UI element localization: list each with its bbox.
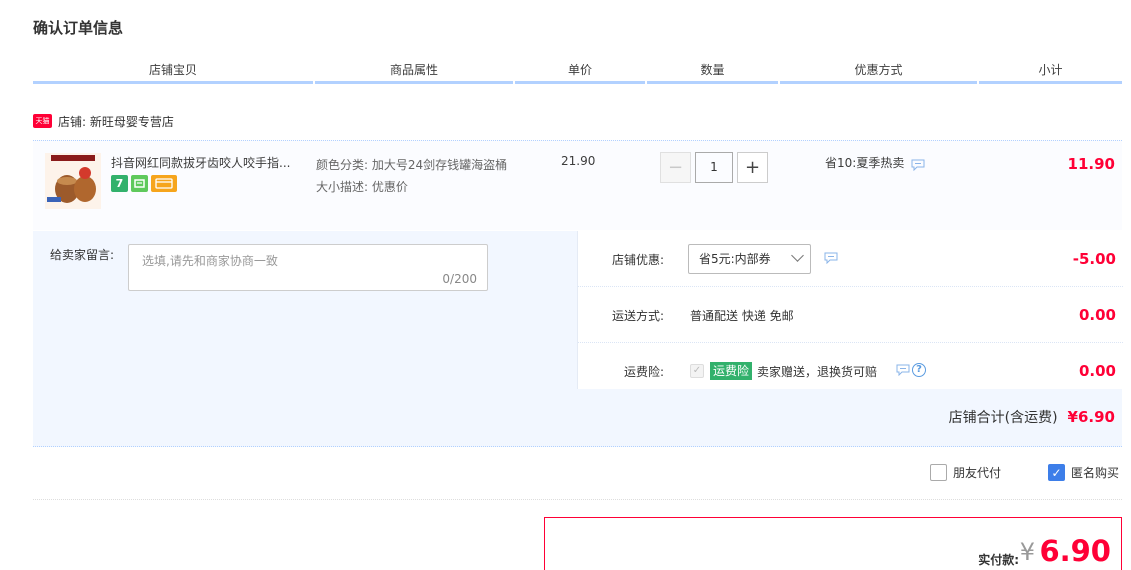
memo-char-count: 0/200: [442, 272, 477, 286]
shop-total: 店铺合计(含运费) ¥6.90: [949, 407, 1115, 427]
currency-symbol: ¥: [1019, 538, 1035, 566]
insurance-label: 运费险:: [623, 365, 664, 379]
shop-coupon-label: 店铺优惠:: [611, 253, 664, 267]
order-item-row: 抖音网红同款拔牙齿咬人咬手指... 7 颜色分类: 加大号24剑存钱罐海盗桶 大…: [33, 140, 1122, 230]
shipping-value: 0.00: [1078, 306, 1116, 324]
payment-label: 实付款:: [978, 553, 1019, 567]
insurance-value: 0.00: [1078, 362, 1116, 380]
attribute-size: 大小描述: 优惠价: [316, 180, 408, 194]
seller-memo-input[interactable]: 选填,请先和商家协商一致 0/200: [128, 244, 488, 291]
product-title-link[interactable]: 抖音网红同款拔牙齿咬人咬手指...: [111, 154, 311, 171]
anonymous-option[interactable]: ✓ 匿名购买: [1048, 464, 1119, 481]
promotion-text: 省10:夏季热卖: [825, 156, 905, 170]
chat-icon[interactable]: [896, 364, 910, 376]
promotion: 省10:夏季热卖: [825, 154, 925, 171]
chat-icon[interactable]: [824, 252, 838, 264]
shop-info: 天猫 店铺: 新旺母婴专营店: [33, 112, 174, 130]
service-icons: 7: [111, 175, 177, 192]
unit-price: 21.90: [561, 154, 596, 168]
shop-coupon-select[interactable]: 省5元:内部券: [688, 244, 811, 274]
friend-pay-label: 朋友代付: [953, 466, 1002, 480]
coupon-selected-value: 省5元:内部券: [699, 252, 771, 266]
shop-coupon-value: -5.00: [1072, 250, 1116, 268]
shop-coupon-row: 店铺优惠: 省5元:内部券 -5.00: [578, 231, 1123, 287]
insurance-tag: 运费险: [710, 362, 753, 380]
header-attributes: 商品属性: [315, 60, 513, 84]
anonymous-checkbox[interactable]: ✓: [1048, 464, 1065, 481]
guarantee-icon[interactable]: [131, 175, 148, 192]
product-attributes: 颜色分类: 加大号24剑存钱罐海盗桶 大小描述: 优惠价: [316, 154, 516, 198]
help-icon[interactable]: ?: [912, 363, 926, 377]
shop-total-label: 店铺合计(含运费): [948, 410, 1058, 426]
shipping-row: 运送方式: 普通配送 快递 免邮 0.00: [578, 287, 1123, 343]
header-subtotal: 小计: [979, 60, 1122, 84]
memo-label: 给卖家留言:: [50, 248, 115, 262]
payment-amount: 6.90: [1039, 534, 1111, 568]
chat-icon[interactable]: [911, 159, 925, 171]
payment-summary: 实付款: ¥ 6.90: [544, 517, 1122, 570]
insurance-checkbox[interactable]: ✓: [690, 364, 704, 378]
friend-pay-option[interactable]: 朋友代付: [930, 464, 1001, 481]
header-shop-item: 店铺宝贝: [33, 60, 313, 84]
header-promotion: 优惠方式: [780, 60, 977, 84]
anonymous-label: 匿名购买: [1071, 466, 1120, 480]
tmall-icon: 天猫: [33, 114, 52, 128]
attribute-color: 颜色分类: 加大号24剑存钱罐海盗桶: [316, 158, 508, 172]
friend-pay-checkbox[interactable]: [930, 464, 947, 481]
card-icon[interactable]: [151, 175, 177, 192]
shipping-label: 运送方式:: [611, 309, 664, 323]
header-unit-price: 单价: [515, 60, 645, 84]
insurance-icons: ?: [896, 363, 926, 377]
memo-placeholder: 选填,请先和商家协商一致: [142, 254, 278, 268]
header-quantity: 数量: [647, 60, 778, 84]
shop-total-value: ¥6.90: [1067, 408, 1115, 426]
quantity-increase-button[interactable]: +: [737, 152, 768, 183]
quantity-decrease-button[interactable]: −: [660, 152, 691, 183]
table-header: 店铺宝贝 商品属性 单价 数量 优惠方式 小计: [33, 60, 1122, 84]
insurance-row: 运费险: ✓ 运费险 卖家赠送，退换货可赔 ? 0.00: [578, 343, 1123, 389]
shop-name[interactable]: 店铺: 新旺母婴专营店: [58, 113, 174, 130]
shipping-method: 普通配送 快递 免邮: [690, 309, 794, 323]
chevron-down-icon: [791, 249, 804, 262]
insurance-text: 卖家赠送，退换货可赔: [757, 365, 878, 379]
order-options-panel: 店铺优惠: 省5元:内部券 -5.00 运送方式: 普通配送 快递 免邮 0.0…: [577, 231, 1123, 389]
product-thumbnail[interactable]: [45, 153, 101, 209]
order-extra-section: 给卖家留言: 选填,请先和商家协商一致 0/200 店铺优惠: 省5元:内部券 …: [33, 231, 1123, 447]
order-options-row: 朋友代付 ✓ 匿名购买: [33, 456, 1122, 500]
item-subtotal: 11.90: [1067, 155, 1115, 173]
quantity-stepper: − 1 +: [660, 152, 768, 183]
quantity-input[interactable]: 1: [695, 152, 733, 183]
seven-day-return-icon[interactable]: 7: [111, 175, 128, 192]
page-title: 确认订单信息: [33, 19, 124, 37]
